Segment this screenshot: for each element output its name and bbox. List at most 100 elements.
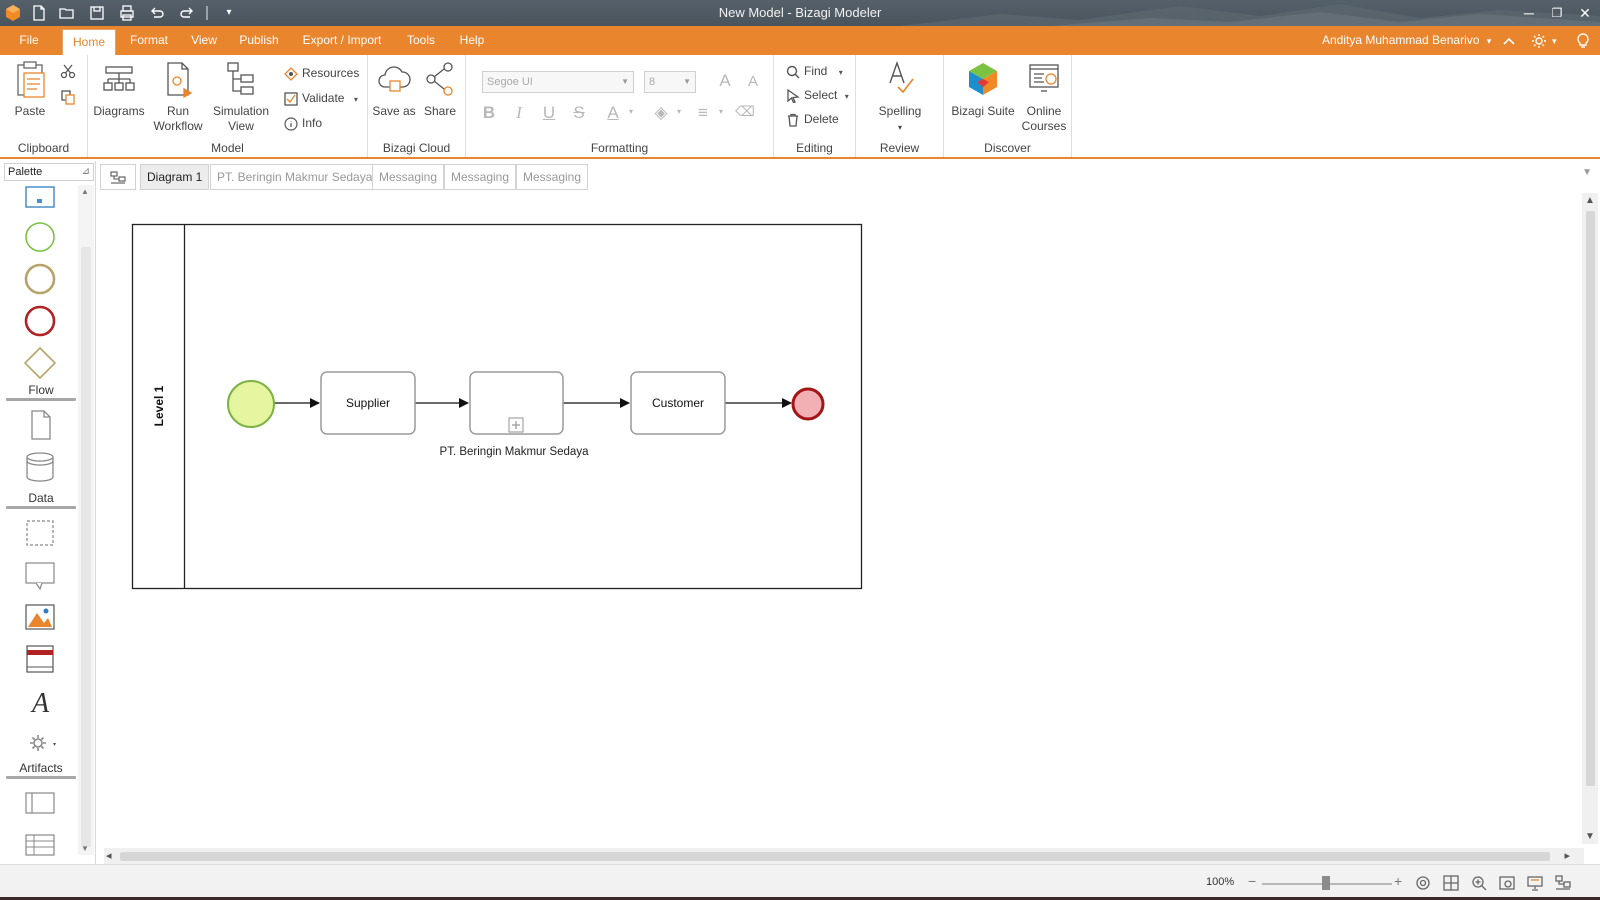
canvas-horizontal-scrollbar[interactable]: ◂ ▸	[104, 848, 1584, 864]
simulation-view-button[interactable]: Simulation View	[208, 59, 274, 134]
grow-font-icon[interactable]: A	[714, 71, 736, 91]
subprocess[interactable]	[469, 371, 564, 435]
intermediate-event-shape-icon[interactable]	[22, 261, 58, 297]
start-event-shape-icon[interactable]	[22, 219, 58, 255]
zoom-slider-thumb[interactable]	[1322, 876, 1330, 890]
settings-dropdown-icon[interactable]: ▾	[1552, 32, 1570, 50]
image-shape-icon[interactable]	[22, 599, 58, 635]
scroll-down-icon[interactable]: ▼	[81, 844, 89, 853]
zoom-fit-icon[interactable]	[1414, 874, 1432, 892]
discover-group: Bizagi Suite Online Courses Discover	[944, 55, 1072, 157]
user-account-menu[interactable]: Anditya Muhammad Benarivo ▾	[1322, 26, 1491, 55]
font-size-select[interactable]: 8 ▼	[644, 71, 696, 93]
spelling-button[interactable]: Spelling ▾	[866, 59, 934, 135]
pin-icon[interactable]: ⊿	[82, 164, 90, 180]
zoom-magnifier-icon[interactable]	[1470, 874, 1488, 892]
text-annotation-shape-icon[interactable]	[22, 557, 58, 593]
font-family-select[interactable]: Segoe UI ▼	[482, 71, 634, 93]
header-shape-icon[interactable]	[22, 641, 58, 677]
menu-tools[interactable]: Tools	[400, 26, 442, 55]
restore-button[interactable]: ❐	[1544, 2, 1570, 24]
underline-icon[interactable]: U	[538, 103, 560, 123]
zoom-in-button[interactable]: +	[1394, 873, 1402, 889]
zoom-selection-icon[interactable]	[1498, 874, 1516, 892]
tab-list-dropdown-icon[interactable]: ▼	[1582, 167, 1592, 178]
share-button[interactable]: Share	[420, 59, 460, 119]
italic-icon[interactable]: I	[508, 103, 530, 123]
menu-home[interactable]: Home	[62, 29, 116, 55]
menu-publish[interactable]: Publish	[234, 26, 284, 55]
save-as-button[interactable]: Save as	[372, 59, 416, 119]
online-courses-button[interactable]: Online Courses	[1020, 59, 1068, 134]
tab-messaging-2[interactable]: Messaging	[444, 164, 517, 190]
font-color-dropdown-icon[interactable]: ▾	[620, 107, 642, 116]
text-shape-icon[interactable]: A	[22, 683, 58, 719]
resources-button[interactable]: Resources	[284, 63, 359, 83]
fit-page-icon[interactable]	[1442, 874, 1460, 892]
lane-shape-icon[interactable]	[22, 185, 58, 221]
paste-button[interactable]: Paste	[10, 59, 50, 119]
scroll-up-icon[interactable]: ▲	[1585, 195, 1595, 206]
tab-pt-beringin-makmur-sedaya[interactable]: PT. Beringin Makmur Sedaya	[210, 164, 380, 190]
zoom-out-button[interactable]: −	[1248, 873, 1256, 889]
run-workflow-button[interactable]: Run Workflow	[150, 59, 206, 134]
custom-shapes-gear-icon[interactable]	[22, 725, 58, 761]
menu-view[interactable]: View	[182, 26, 226, 55]
scroll-left-icon[interactable]: ◂	[106, 849, 112, 862]
spelling-label: Spelling	[878, 104, 922, 118]
select-button[interactable]: Select ▾	[786, 85, 849, 105]
lightbulb-icon[interactable]	[1574, 32, 1592, 50]
delete-button[interactable]: Delete	[786, 109, 839, 129]
menu-file[interactable]: File	[8, 26, 50, 55]
fill-color-dropdown-icon[interactable]: ▾	[668, 107, 690, 116]
cut-icon[interactable]	[60, 63, 76, 82]
palette-scrollbar-thumb[interactable]	[81, 247, 91, 847]
bizagi-suite-button[interactable]: Bizagi Suite	[950, 59, 1016, 119]
palette-scrollbar[interactable]: ▲ ▼	[78, 185, 94, 855]
diagrams-button[interactable]: Diagrams	[92, 59, 146, 119]
spelling-dropdown-icon[interactable]: ▾	[898, 123, 902, 132]
canvas-vertical-scrollbar[interactable]: ▲ ▼	[1582, 193, 1598, 844]
find-dropdown-icon[interactable]: ▾	[839, 68, 843, 77]
clear-format-icon[interactable]: ⌫	[734, 103, 756, 120]
bold-icon[interactable]: B	[478, 103, 500, 123]
diagram-navigator-icon[interactable]	[100, 164, 136, 190]
strikethrough-icon[interactable]: S	[568, 103, 590, 123]
validate-button[interactable]: Validate ▾	[284, 88, 358, 108]
align-dropdown-icon[interactable]: ▾	[710, 107, 732, 116]
table-shape-icon[interactable]	[22, 827, 58, 863]
find-button[interactable]: Find ▾	[786, 61, 843, 81]
close-button[interactable]: ✕	[1572, 2, 1598, 24]
start-event[interactable]	[227, 380, 275, 428]
pool-shape-icon[interactable]	[22, 785, 58, 821]
tab-diagram-1[interactable]: Diagram 1	[140, 164, 210, 190]
presentation-mode-icon[interactable]	[1526, 874, 1544, 892]
tab-messaging-3[interactable]: Messaging	[516, 164, 589, 190]
scroll-up-icon[interactable]: ▲	[81, 187, 89, 196]
shrink-font-icon[interactable]: A	[742, 73, 764, 90]
horizontal-scrollbar-thumb[interactable]	[120, 852, 1550, 861]
copy-icon[interactable]	[60, 89, 76, 108]
data-object-shape-icon[interactable]	[22, 407, 58, 443]
info-button[interactable]: Info	[284, 113, 322, 133]
data-store-shape-icon[interactable]	[22, 449, 58, 485]
diagram-canvas[interactable]: Level 1 Supplier PT. Beringin Makmur Sed…	[100, 193, 1584, 844]
scroll-right-icon[interactable]: ▸	[1564, 849, 1570, 862]
end-event[interactable]	[791, 387, 825, 421]
menu-help[interactable]: Help	[452, 26, 492, 55]
group-shape-icon[interactable]	[22, 515, 58, 551]
select-dropdown-icon[interactable]: ▾	[845, 92, 849, 101]
gateway-shape-icon[interactable]	[22, 345, 58, 381]
end-event-shape-icon[interactable]	[22, 303, 58, 339]
collapse-ribbon-icon[interactable]	[1500, 32, 1518, 50]
menu-export-import[interactable]: Export / Import	[296, 26, 388, 55]
menu-format[interactable]: Format	[124, 26, 174, 55]
vertical-scrollbar-thumb[interactable]	[1586, 211, 1595, 786]
overview-map-icon[interactable]	[1554, 874, 1572, 892]
validate-dropdown-icon[interactable]: ▾	[354, 95, 358, 104]
settings-gear-icon[interactable]	[1530, 32, 1548, 50]
scroll-down-icon[interactable]: ▼	[1585, 831, 1595, 842]
tab-messaging-1[interactable]: Messaging	[372, 164, 445, 190]
lane-label: Level 1	[152, 385, 166, 426]
minimize-button[interactable]: ─	[1516, 2, 1542, 24]
